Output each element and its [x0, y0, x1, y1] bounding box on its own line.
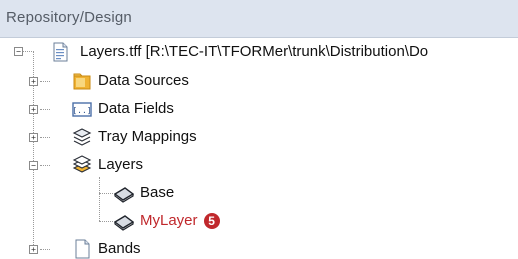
tree-connector — [40, 137, 50, 138]
tree-connector — [40, 81, 50, 82]
tree-item-layers[interactable]: Layers — [72, 154, 143, 176]
tree-root-item[interactable]: Layers.tff [R:\TEC-IT\TFORMer\trunk\Dist… — [50, 41, 428, 63]
tree-connector — [22, 51, 34, 52]
layers-icon — [72, 155, 92, 175]
layer-icon — [114, 211, 134, 231]
tree-item-layer-base[interactable]: Base — [114, 182, 174, 204]
expand-toggle[interactable]: + — [29, 105, 38, 114]
tray-icon — [72, 127, 92, 147]
tree-item-label: Bands — [98, 240, 141, 257]
tree-item-bands[interactable]: Bands — [72, 238, 141, 259]
expand-toggle[interactable]: + — [29, 133, 38, 142]
tree-connector — [99, 177, 100, 221]
folder-icon — [72, 71, 92, 91]
document-icon — [50, 42, 70, 62]
collapse-toggle[interactable]: − — [29, 161, 38, 170]
tree-item-label: MyLayer — [140, 212, 198, 229]
expand-toggle[interactable]: + — [29, 245, 38, 254]
tree-connector — [99, 193, 113, 194]
panel-title: Repository/Design — [6, 9, 132, 26]
tree-connector — [99, 221, 113, 222]
data-field-icon: [..] — [72, 99, 92, 119]
expand-toggle[interactable]: + — [29, 77, 38, 86]
collapse-toggle[interactable]: − — [14, 47, 23, 56]
tree-item-label: Data Sources — [98, 72, 189, 89]
svg-text:[..]: [..] — [72, 106, 91, 115]
tree-root-label: Layers.tff [R:\TEC-IT\TFORMer\trunk\Dist… — [80, 43, 429, 60]
repository-tree[interactable]: − Layers.tff [R:\TEC-IT\TFORMer\trunk\Di… — [0, 38, 518, 259]
tree-item-data-sources[interactable]: Data Sources — [72, 70, 189, 92]
bands-icon — [72, 239, 92, 259]
tree-item-label: Data Fields — [98, 100, 174, 117]
tree-item-data-fields[interactable]: [..] Data Fields — [72, 98, 174, 120]
tree-item-label: Base — [140, 184, 175, 201]
tree-connector — [40, 109, 50, 110]
callout-badge: 5 — [203, 213, 220, 229]
panel-header: Repository/Design — [0, 0, 518, 38]
tree-item-tray-mappings[interactable]: Tray Mappings — [72, 126, 197, 148]
tree-connector — [40, 165, 50, 166]
tree-item-label: Tray Mappings — [98, 128, 197, 145]
tree-item-layer-mylayer[interactable]: MyLayer 5 — [114, 210, 220, 232]
tree-connector — [40, 249, 50, 250]
layer-icon — [114, 183, 134, 203]
tree-item-label: Layers — [98, 156, 144, 173]
